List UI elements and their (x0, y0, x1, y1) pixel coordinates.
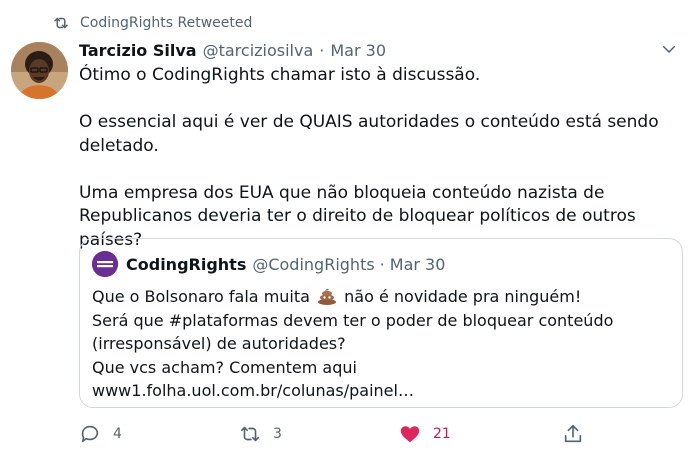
quoted-line: Que vcs acham? Comentem aqui (92, 357, 357, 377)
retweet-icon (54, 17, 68, 29)
codingrights-logo-icon (92, 251, 118, 277)
retweet-button[interactable]: 3 (239, 420, 282, 448)
quoted-tweet[interactable]: CodingRights @CodingRights · Mar 30 Que … (79, 238, 683, 408)
separator-dot: · (319, 40, 325, 60)
tweet-date[interactable]: Mar 30 (330, 41, 386, 60)
like-count: 21 (433, 426, 451, 442)
tweet-header: Tarcizio Silva @tarciziosilva · Mar 30 (79, 38, 680, 62)
quoted-link[interactable]: www1.folha.uol.com.br/colunas/painel… (92, 379, 670, 403)
avatar-photo (11, 42, 68, 99)
retweet-icon (240, 426, 260, 442)
retweeted-by[interactable]: CodingRights Retweeted (52, 12, 252, 34)
chevron-down-icon[interactable] (660, 40, 678, 58)
quoted-author-handle: @CodingRights (252, 254, 375, 274)
author-handle[interactable]: @tarciziosilva (203, 41, 314, 60)
quoted-tweet-header: CodingRights @CodingRights · Mar 30 (92, 251, 670, 277)
quoted-line-part: não é novidade pra ninguém! (344, 287, 582, 306)
poop-emoji-icon (318, 288, 337, 305)
tweet-paragraph: O essencial aqui é ver de QUAIS autorida… (79, 112, 659, 156)
avatar[interactable] (11, 42, 68, 99)
reply-count: 4 (113, 426, 122, 442)
quoted-line: Será que #plataformas devem ter o poder … (92, 310, 614, 354)
heart-icon (400, 426, 420, 443)
separator-dot: · (379, 254, 385, 274)
share-icon (564, 424, 582, 443)
quoted-date: Mar 30 (389, 254, 446, 274)
quoted-author-name: CodingRights (126, 254, 247, 274)
like-button[interactable]: 21 (399, 420, 451, 448)
tweet-text: Ótimo o CodingRights chamar isto à discu… (79, 64, 679, 252)
quoted-tweet-text: Que o Bolsonaro fala muita não é novidad… (92, 285, 670, 403)
quoted-avatar (92, 251, 118, 277)
reply-button[interactable]: 4 (79, 420, 122, 448)
tweet-actions: 4 3 21 (79, 420, 679, 448)
share-button[interactable] (562, 420, 584, 448)
quoted-line: Que o Bolsonaro fala muita não é novidad… (92, 285, 670, 309)
retweeted-label: CodingRights Retweeted (80, 15, 253, 31)
reply-icon (81, 425, 99, 443)
author-name[interactable]: Tarcizio Silva (79, 41, 197, 60)
retweet-count: 3 (273, 426, 282, 442)
tweet-paragraph: Ótimo o CodingRights chamar isto à discu… (79, 65, 481, 85)
quoted-line-part: Que o Bolsonaro fala muita (92, 287, 310, 306)
